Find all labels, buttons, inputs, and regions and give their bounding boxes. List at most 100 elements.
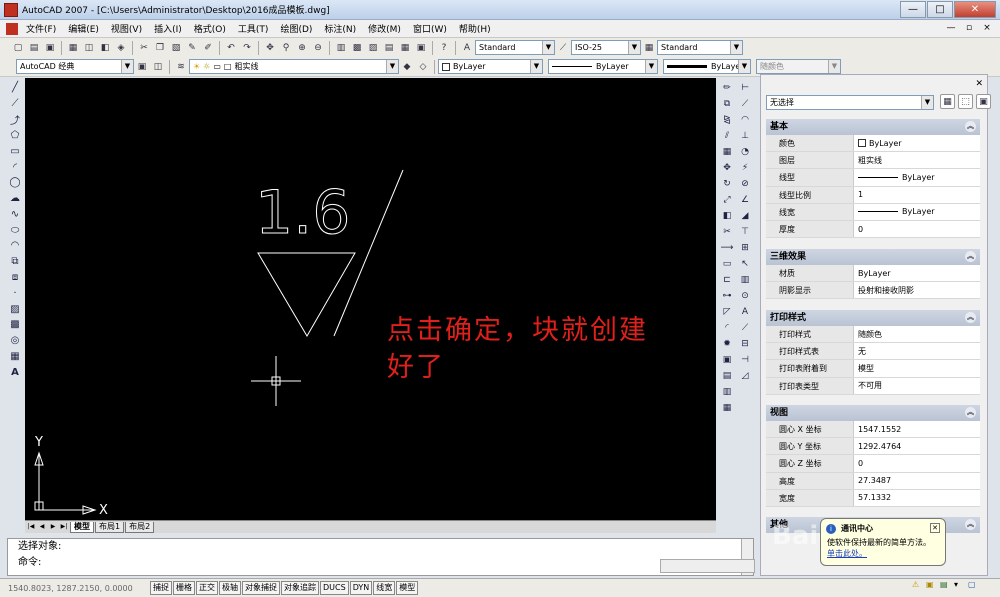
array-icon[interactable]: ▦ (720, 145, 734, 159)
radius-dim-icon[interactable]: ◔ (738, 145, 752, 159)
spline-icon[interactable]: ∿ (8, 207, 22, 221)
zoom-realtime-icon[interactable]: ⚲ (279, 41, 293, 55)
menu-window[interactable]: 窗口(W) (407, 22, 453, 35)
menu-insert[interactable]: 插入(I) (148, 22, 188, 35)
break-icon[interactable]: ⊏ (720, 273, 734, 287)
help-icon[interactable]: ? (437, 41, 451, 55)
menu-draw[interactable]: 绘图(D) (274, 22, 318, 35)
tool-palettes-icon[interactable]: ▨ (366, 41, 380, 55)
properties-icon[interactable]: ▥ (334, 41, 348, 55)
collapse-icon[interactable]: ︽ (965, 251, 976, 262)
jogged-dim-icon[interactable]: ⚡ (738, 161, 752, 175)
lineweight-combo[interactable]: ByLayer ▼ (663, 59, 751, 74)
menu-format[interactable]: 格式(O) (188, 22, 232, 35)
dim-style-manager-icon[interactable]: ⊣ (738, 353, 752, 367)
dim-edit-icon[interactable]: A (738, 305, 752, 319)
gradient-icon[interactable]: ▩ (8, 318, 22, 332)
scale-icon[interactable]: ⤢ (720, 193, 734, 207)
zoom-previous-icon[interactable]: ⊖ (311, 41, 325, 55)
dim-style-combo[interactable]: ISO-25 ▼ (571, 40, 641, 55)
command-window[interactable]: 选择对象: 命令: (7, 538, 754, 576)
property-row[interactable]: 材质 ByLayer (766, 265, 980, 283)
polygon-icon[interactable]: ⬠ (8, 129, 22, 143)
property-row[interactable]: 颜色 ByLayer (766, 135, 980, 153)
close-button[interactable]: ✕ (954, 1, 996, 18)
model-space-toggle[interactable]: 模型 (396, 581, 419, 595)
layer-combo[interactable]: ☀ ☼ ▭ □ 粗实线 ▼ (189, 59, 399, 74)
collapse-icon[interactable]: ︽ (965, 312, 976, 323)
menu-edit[interactable]: 编辑(E) (62, 22, 105, 35)
layer-isolate-icon[interactable]: ▤ (720, 369, 734, 383)
color-combo[interactable]: ByLayer ▼ (438, 59, 543, 74)
offset-icon[interactable]: ⫽ (720, 129, 734, 143)
match-properties-icon[interactable]: ✎ (185, 41, 199, 55)
next-tab-icon[interactable]: ▶ (48, 522, 58, 532)
customize-icon[interactable]: ◫ (151, 60, 165, 74)
quick-leader-icon[interactable]: ↖ (738, 257, 752, 271)
block-editor-icon[interactable]: ✐ (201, 41, 215, 55)
point-icon[interactable]: · (8, 286, 22, 300)
circle-icon[interactable]: ◯ (8, 176, 22, 190)
section-header[interactable]: 三维效果 ︽ (766, 249, 980, 265)
pan-icon[interactable]: ✥ (263, 41, 277, 55)
property-row[interactable]: 线宽 ByLayer (766, 203, 980, 221)
undo-icon[interactable]: ↶ (224, 41, 238, 55)
calculator-icon[interactable]: ▣ (414, 41, 428, 55)
ordinate-dim-icon[interactable]: ⊥ (738, 129, 752, 143)
lock-icon[interactable]: ▣ (926, 580, 938, 592)
lineweight-toggle[interactable]: 线宽 (373, 581, 396, 595)
paste-icon[interactable]: ▧ (169, 41, 183, 55)
document-icon[interactable] (6, 22, 18, 35)
dyn-toggle[interactable]: DYN (349, 581, 373, 595)
property-row[interactable]: 打印表类型 不可用 (766, 377, 980, 395)
mirror-icon[interactable]: ⧎ (720, 113, 734, 127)
table-style-combo[interactable]: Standard ▼ (657, 40, 743, 55)
dim-update-icon[interactable]: ⊟ (738, 337, 752, 351)
insert-block-icon[interactable]: ⧉ (8, 255, 22, 269)
region-icon[interactable]: ◎ (8, 334, 22, 348)
arc-icon[interactable]: ◜ (8, 160, 22, 174)
sheet-set-icon[interactable]: ▤ (382, 41, 396, 55)
text-style-icon[interactable]: A (460, 41, 474, 55)
baseline-dim-icon[interactable]: ⊤ (738, 225, 752, 239)
tab-layout2[interactable]: 布局2 (125, 521, 155, 533)
table-icon[interactable]: ▦ (8, 350, 22, 364)
chevron-down-icon[interactable]: ▼ (828, 60, 840, 73)
plotstyle-combo[interactable]: 随颜色 ▼ (756, 59, 841, 74)
minimize-button[interactable]: — (900, 1, 926, 18)
property-row[interactable]: 圆心 X 坐标 1547.1552 (766, 421, 980, 439)
balloon-link[interactable]: 单击此处。 (827, 548, 939, 559)
layer-previous-icon[interactable]: ◇ (416, 60, 430, 74)
section-header[interactable]: 基本 ︽ (766, 119, 980, 135)
cut-icon[interactable]: ✂ (137, 41, 151, 55)
save-icon[interactable]: ▣ (43, 41, 57, 55)
layer-manager-icon[interactable]: ≋ (174, 60, 188, 74)
markup-icon[interactable]: ▦ (398, 41, 412, 55)
autocad-app-icon[interactable] (4, 2, 18, 17)
chevron-down-icon[interactable]: ▼ (542, 41, 554, 54)
warning-icon[interactable]: ⚠ (912, 580, 924, 592)
publish-icon[interactable]: ◧ (98, 41, 112, 55)
copy-object-icon[interactable]: ⧉ (720, 97, 734, 111)
property-row[interactable]: 高度 27.3487 (766, 472, 980, 490)
erase-icon[interactable]: ✏ (720, 81, 734, 95)
section-header[interactable]: 打印样式 ︽ (766, 310, 980, 326)
property-row[interactable]: 线型 ByLayer (766, 169, 980, 187)
ellipse-arc-icon[interactable]: ◠ (8, 239, 22, 253)
trim-icon[interactable]: ✂ (720, 225, 734, 239)
comm-center-icon[interactable]: ▤ (940, 580, 952, 592)
revision-cloud-icon[interactable]: ☁ (8, 192, 22, 206)
property-row[interactable]: 厚度 0 (766, 220, 980, 239)
chevron-down-icon[interactable]: ▼ (628, 41, 640, 54)
grid-toggle[interactable]: 栅格 (173, 581, 195, 595)
prev-tab-icon[interactable]: ◀ (37, 522, 47, 532)
dim-style-icon[interactable]: ⟋ (556, 41, 570, 55)
layer-copy-icon[interactable]: ▥ (720, 385, 734, 399)
chevron-down-icon[interactable]: ▼ (738, 60, 750, 73)
chevron-down-icon[interactable]: ▼ (921, 96, 933, 109)
pickadd-icon[interactable]: ▣ (976, 94, 991, 109)
ortho-toggle[interactable]: 正交 (196, 581, 218, 595)
chamfer-icon[interactable]: ◸ (720, 305, 734, 319)
property-row[interactable]: 线型比例 1 (766, 186, 980, 204)
center-mark-icon[interactable]: ⊙ (738, 289, 752, 303)
